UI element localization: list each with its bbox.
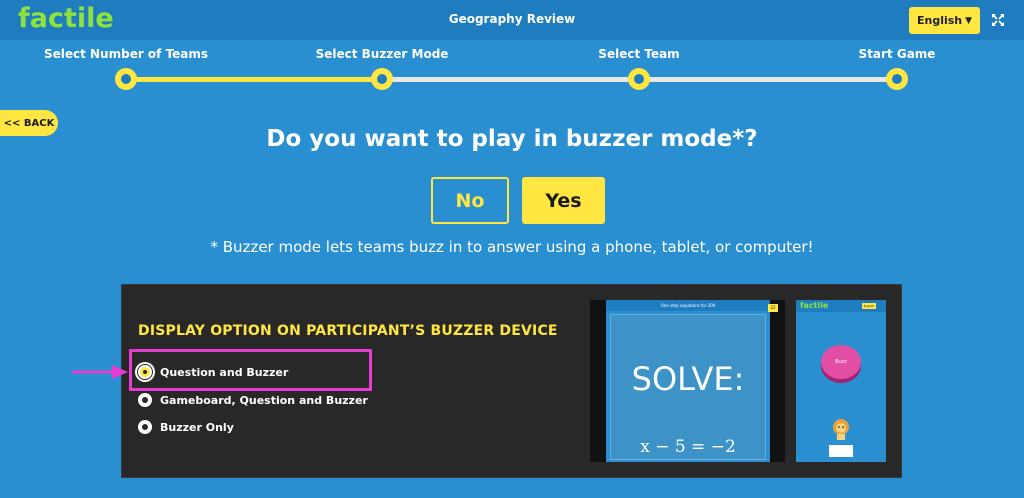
selection-highlight [129, 349, 372, 391]
language-label: English [916, 14, 963, 27]
step-dot-4[interactable] [886, 68, 908, 90]
pointer-arrow-icon [72, 365, 128, 379]
preview-score: 22 [768, 304, 778, 312]
step-label-teams: Select Number of Teams [43, 47, 209, 61]
step-label-select-team: Select Team [598, 47, 680, 61]
step-label-start-game: Start Game [858, 47, 936, 61]
step-dot-1[interactable] [115, 68, 137, 90]
question-preview: One step equations for 200 SOLVE: x − 5 … [590, 300, 785, 462]
buzzer-preview: factile English Buzz [796, 300, 886, 462]
option-label: Gameboard, Question and Buzzer [160, 393, 368, 407]
radio-unselected[interactable] [138, 393, 152, 407]
radio-unselected[interactable] [138, 420, 152, 434]
yes-button[interactable]: Yes [522, 177, 605, 224]
lion-avatar-icon [833, 419, 849, 440]
buzzer-mode-footnote: * Buzzer mode lets teams buzz in to answ… [210, 238, 814, 256]
option-gameboard-question-buzzer[interactable]: Gameboard, Question and Buzzer [138, 390, 368, 410]
preview-buzzer-logo: factile [800, 301, 829, 310]
team-name-tag [829, 445, 853, 457]
preview-equation: x − 5 = −2 [640, 437, 736, 457]
preview-question-header: One step equations for 200 [606, 300, 770, 311]
buzz-label: Buzz [835, 359, 847, 365]
game-title: Geography Review [448, 12, 576, 26]
step-track-progress [126, 77, 382, 82]
buzzer-mode-question: Do you want to play in buzzer mode*? [266, 126, 758, 152]
preview-solve-text: SOLVE: [631, 360, 745, 398]
preview-buzzer-language: English [862, 303, 876, 309]
step-dot-3[interactable] [628, 68, 650, 90]
fullscreen-icon[interactable] [990, 12, 1006, 28]
option-label: Buzzer Only [160, 420, 234, 434]
step-dot-2[interactable] [371, 68, 393, 90]
top-bar: factile Geography Review English ▼ [0, 0, 1024, 40]
language-dropdown[interactable]: English ▼ [909, 7, 980, 34]
setup-stepper: Select Number of Teams Select Buzzer Mod… [0, 40, 1024, 100]
chevron-down-icon: ▼ [965, 15, 973, 26]
display-options-title: DISPLAY OPTION ON PARTICIPANT’S BUZZER D… [138, 323, 558, 339]
no-button[interactable]: No [431, 177, 509, 224]
step-label-buzzer-mode: Select Buzzer Mode [315, 47, 449, 61]
buzz-button-preview: Buzz [821, 345, 861, 379]
option-buzzer-only[interactable]: Buzzer Only [138, 417, 234, 437]
preview-question-card: SOLVE: x − 5 = −2 [610, 314, 766, 460]
